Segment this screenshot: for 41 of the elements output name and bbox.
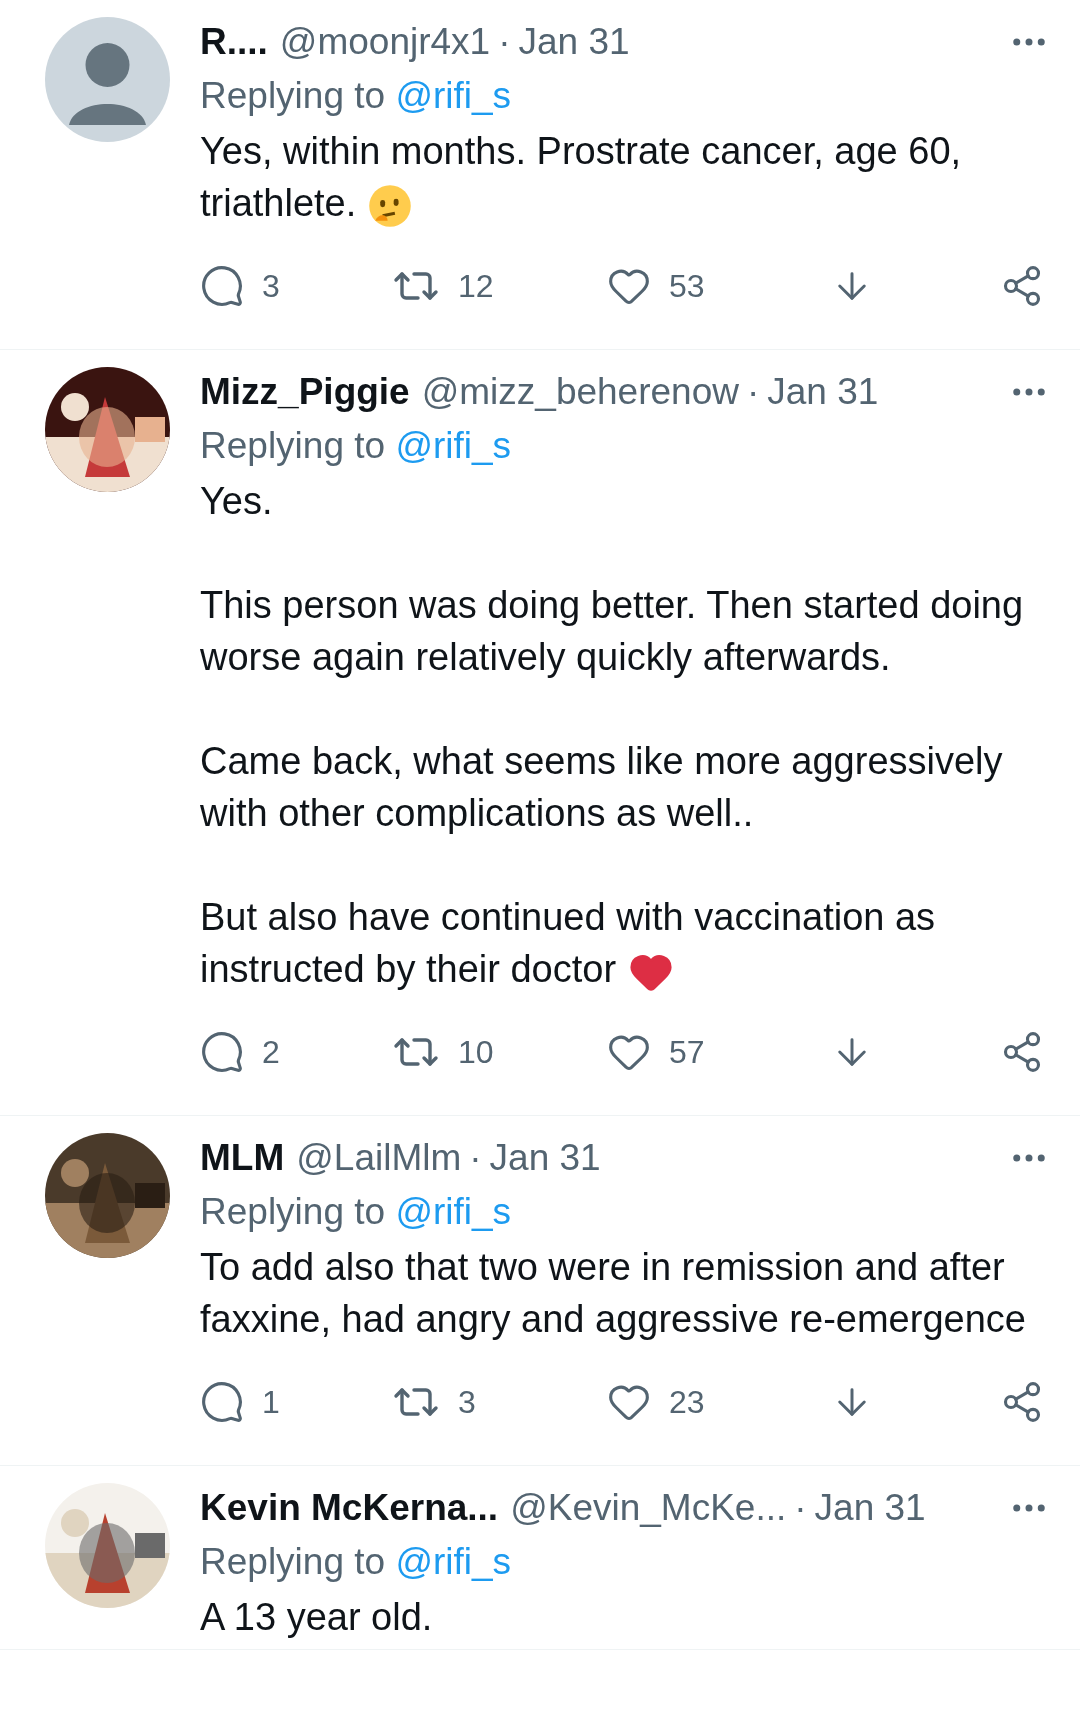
tweet-date[interactable]: Jan 31	[518, 14, 630, 70]
separator-dot: ·	[469, 1136, 482, 1181]
reply-count: 3	[262, 267, 280, 306]
reply-count: 2	[262, 1033, 280, 1072]
tweet-text: A 13 year old.	[200, 1595, 434, 1640]
retweet-count: 3	[458, 1383, 476, 1422]
user-name[interactable]: Mizz_Piggie	[200, 364, 410, 420]
retweet-count: 10	[458, 1033, 494, 1072]
user-handle[interactable]: @mizz_beherenow	[421, 364, 739, 420]
separator-dot: ·	[746, 370, 760, 415]
user-name[interactable]: R....	[200, 14, 268, 70]
tweet-date[interactable]: Jan 31	[814, 1480, 926, 1536]
tweet-date[interactable]: Jan 31	[489, 1130, 601, 1186]
separator-dot: ·	[498, 20, 511, 65]
like-count: 53	[669, 267, 705, 306]
like-count: 23	[669, 1383, 705, 1422]
like-count: 57	[669, 1033, 705, 1072]
reply-icon[interactable]	[200, 1380, 244, 1424]
user-handle[interactable]: @LailMlm	[296, 1130, 462, 1186]
tweet-text: Yes, within months. Prostrate cancer, age 60, triathlete.	[200, 125, 1050, 229]
reply-count: 1	[262, 1383, 280, 1422]
replying-to-line: Replying to @rifi_s	[200, 1540, 513, 1584]
user-name[interactable]: MLM	[200, 1130, 285, 1186]
reply-icon[interactable]	[200, 1030, 244, 1074]
replying-to-line: Replying to @rifi_s	[200, 74, 513, 118]
thinking-emoji-icon	[368, 183, 413, 228]
user-handle[interactable]: @moonjr4x1	[279, 14, 491, 70]
replying-to-line: Replying to @rifi_s	[200, 1190, 513, 1234]
tweet-date[interactable]: Jan 31	[767, 364, 879, 420]
tweet-text: Yes.	[200, 479, 274, 524]
reply-icon[interactable]	[200, 264, 244, 308]
user-name[interactable]: Kevin McKerna...	[200, 1480, 499, 1536]
retweet-count: 12	[458, 267, 494, 306]
user-handle[interactable]: @Kevin_McKe...	[510, 1480, 787, 1536]
tweet-text: To add also that two were in remission and after faxxine, had angry and aggressive re-emergence	[200, 1245, 1027, 1342]
tweet-text: But also have continued with vaccination as instructed by their doctor	[200, 891, 1050, 995]
separator-dot: ·	[794, 1486, 807, 1531]
replying-to-line: Replying to @rifi_s	[200, 424, 513, 468]
default-avatar-icon	[45, 17, 170, 142]
tweet-text: Came back, what seems like more aggressively with other complications as well..	[200, 739, 1004, 836]
tweet-text: This person was doing better. Then started doing worse again relatively quickly afterwards.	[200, 583, 1025, 680]
